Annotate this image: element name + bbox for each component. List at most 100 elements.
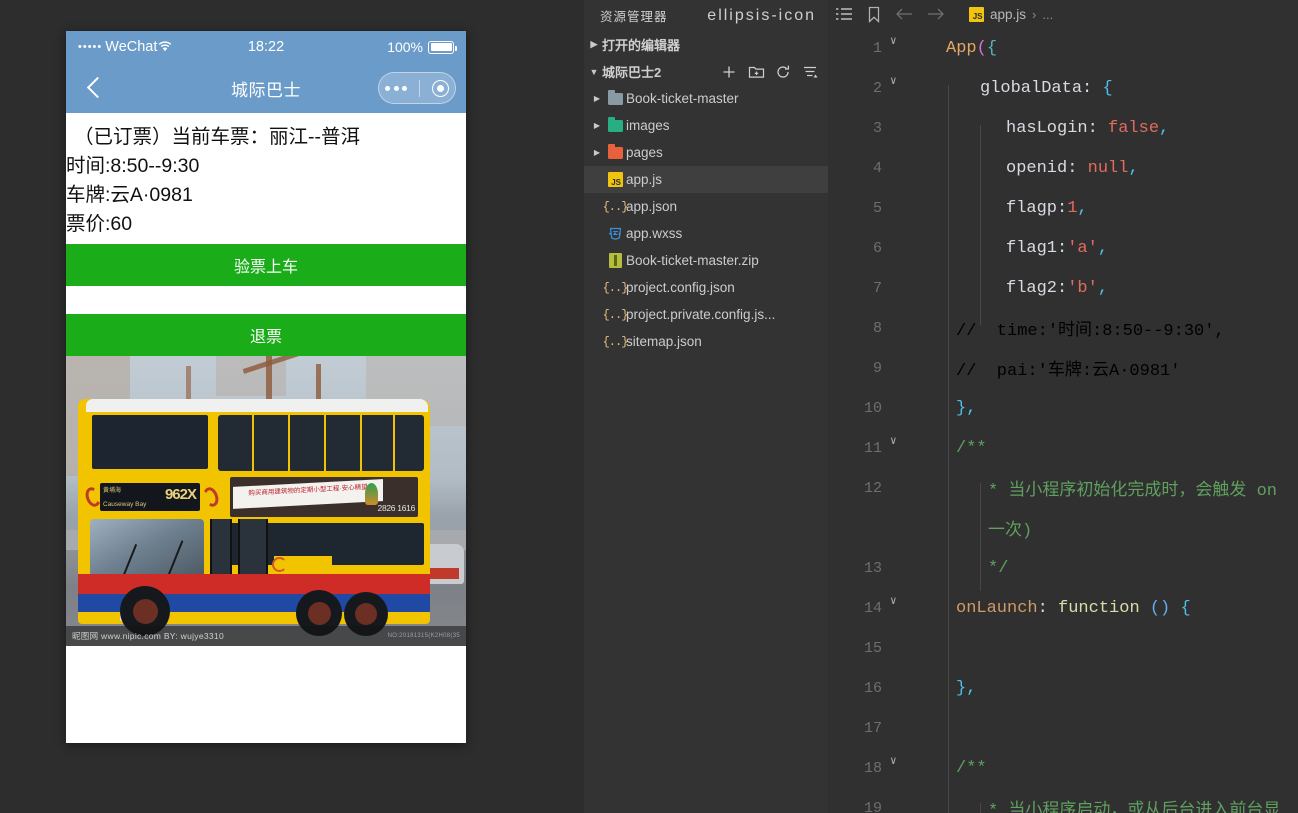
line-number: 4	[872, 159, 882, 177]
breadcrumb-more[interactable]: ...	[1042, 7, 1053, 22]
line-number: 7	[872, 279, 882, 297]
code-text: flagp:1,	[1006, 198, 1088, 218]
signal-dots-icon: •••••	[78, 40, 103, 53]
code-text: 一次)	[988, 522, 1033, 541]
line-number: 6	[872, 239, 882, 257]
bookmark-icon[interactable]	[867, 6, 881, 23]
code-line: 18 ∨ /**	[828, 748, 1298, 788]
code-line: 6 flag1:'a',	[828, 228, 1298, 268]
app-root: ••••• WeChat 18:22 100% 城际巴士 （已订票）当前车票：丽…	[0, 0, 1298, 813]
code-line: 17	[828, 708, 1298, 748]
line-number: 17	[863, 719, 882, 737]
code-line: 19 * 当小程序启动，或从后台进入前台显	[828, 788, 1298, 813]
folder-icon	[604, 89, 626, 105]
code-line: 4 openid: null,	[828, 148, 1298, 188]
arrow-right-icon[interactable]	[927, 7, 945, 21]
file-row-zip[interactable]: Book-ticket-master.zip	[578, 247, 828, 274]
chevron-right-icon: ▶	[590, 39, 598, 49]
file-row-app-wxss[interactable]: ⋯ app.wxss	[578, 220, 828, 247]
file-label: app.js	[626, 172, 663, 187]
file-label: sitemap.json	[626, 334, 702, 349]
phone-status-bar: ••••• WeChat 18:22 100%	[66, 31, 466, 63]
bus-illustration: 黄埔海 Causeway Bay 962X 购买商用建筑物的定期小型工程·安心精…	[78, 399, 430, 637]
fold-chevron-icon[interactable]: ∨	[890, 594, 904, 608]
line-number: 12	[863, 479, 882, 497]
file-label: app.json	[626, 199, 678, 214]
file-row-images[interactable]: ▶ images	[578, 112, 828, 139]
arrow-left-icon[interactable]	[895, 7, 913, 21]
fold-chevron-icon[interactable]: ∨	[890, 434, 904, 448]
battery-icon	[428, 40, 457, 54]
code-text: /**	[956, 438, 987, 458]
more-dots-icon[interactable]	[385, 85, 407, 91]
code-line: 11 ∨ /**	[828, 428, 1298, 468]
code-text: },	[956, 398, 977, 418]
bus-advertisement: 购买商用建筑物的定期小型工程·安心精望 2826 1616	[230, 477, 418, 518]
new-file-icon[interactable]	[719, 62, 739, 82]
fold-chevron-icon[interactable]: ∨	[890, 34, 904, 48]
line-number: 9	[872, 359, 882, 377]
refund-ticket-button[interactable]: 退票	[66, 314, 466, 357]
file-label: Book-ticket-master.zip	[626, 253, 759, 268]
code-line: 15	[828, 628, 1298, 668]
code-text: * 当小程序启动，或从后台进入前台显	[988, 802, 1281, 813]
breadcrumb-separator-icon: ›	[1032, 6, 1037, 22]
file-label: project.config.json	[626, 280, 735, 295]
code-text: hasLogin: false,	[1006, 118, 1170, 138]
code-text: App({	[946, 38, 998, 58]
list-icon[interactable]	[836, 7, 853, 21]
section-open-editors[interactable]: ▶ 打开的编辑器	[578, 31, 828, 58]
ticket-line-time: 时间:8:50--9:30	[66, 154, 200, 177]
line-number: 14	[863, 599, 882, 617]
ticket-info: （已订票）当前车票：丽江--普洱 时间:8:50--9:30 车牌:云A·098…	[66, 113, 466, 244]
file-label: app.wxss	[626, 226, 683, 241]
file-row-app-js[interactable]: JS app.js	[578, 166, 828, 193]
wechat-capsule[interactable]	[378, 72, 456, 104]
file-row-sitemap[interactable]: {..} sitemap.json	[578, 328, 828, 355]
collapse-all-icon[interactable]	[800, 62, 820, 82]
file-row-book-ticket-master[interactable]: ▶ Book-ticket-master	[578, 85, 828, 112]
line-number: 10	[863, 399, 882, 417]
json-file-icon: {..}	[602, 307, 629, 322]
line-number: 16	[863, 679, 882, 697]
ad-banner-text: 购买商用建筑物的定期小型工程·安心精望	[233, 479, 383, 510]
file-row-pages[interactable]: ▶ pages	[578, 139, 828, 166]
code-line: 9 // pai:'车牌:云A·0981'	[828, 348, 1298, 388]
file-row-project-private-config[interactable]: {..} project.private.config.js...	[578, 301, 828, 328]
file-row-app-json[interactable]: {..} app.json	[578, 193, 828, 220]
file-tree: ▶ Book-ticket-master ▶ images ▶ pages JS…	[578, 85, 828, 355]
back-chevron-icon[interactable]	[84, 77, 106, 99]
verify-ticket-button[interactable]: 验票上车	[66, 244, 466, 287]
zip-file-icon	[604, 253, 626, 268]
project-root-label: 城际巴士2	[602, 65, 662, 80]
json-file-icon: {..}	[602, 334, 629, 349]
code-line: 8 // time:'时间:8:50--9:30',	[828, 308, 1298, 348]
code-line: 10 },	[828, 388, 1298, 428]
refresh-icon[interactable]	[773, 62, 793, 82]
code-editor-panel: JS app.js › ... 1 ∨ App({ 2 ∨ globalData…	[828, 0, 1298, 813]
bus-operator-logo	[272, 556, 332, 573]
new-folder-icon[interactable]	[746, 62, 766, 82]
fold-chevron-icon[interactable]: ∨	[890, 754, 904, 768]
photo-watermark: 昵图网 www.nipic.com BY: wujye3310 NO:20181…	[66, 626, 466, 647]
code-line: 3 hasLogin: false,	[828, 108, 1298, 148]
file-label: Book-ticket-master	[626, 91, 739, 106]
json-file-icon: {..}	[602, 280, 629, 295]
section-open-editors-label: 打开的编辑器	[602, 38, 681, 53]
target-circle-icon[interactable]	[432, 79, 449, 97]
ticket-line-route: （已订票）当前车票：丽江--普洱	[74, 126, 360, 148]
file-row-project-config[interactable]: {..} project.config.json	[578, 274, 828, 301]
breadcrumb-file[interactable]: app.js	[990, 7, 1026, 22]
file-label: project.private.config.js...	[626, 307, 776, 322]
code-line: 5 flagp:1,	[828, 188, 1298, 228]
ticket-line-price: 票价:60	[66, 212, 133, 235]
code-text: /**	[956, 758, 987, 778]
simulator-panel: ••••• WeChat 18:22 100% 城际巴士 （已订票）当前车票：丽…	[0, 0, 578, 813]
code-content[interactable]: 1 ∨ App({ 2 ∨ globalData: { 3 hasLogin: …	[828, 28, 1298, 813]
fold-chevron-icon[interactable]: ∨	[890, 74, 904, 88]
section-project-root[interactable]: ▼ 城际巴士2	[578, 58, 828, 85]
line-number: 13	[863, 559, 882, 577]
ellipsis-icon[interactable]: ellipsis-icon	[707, 7, 816, 23]
folder-pages-icon	[604, 143, 626, 159]
js-file-icon: JS	[604, 172, 626, 187]
